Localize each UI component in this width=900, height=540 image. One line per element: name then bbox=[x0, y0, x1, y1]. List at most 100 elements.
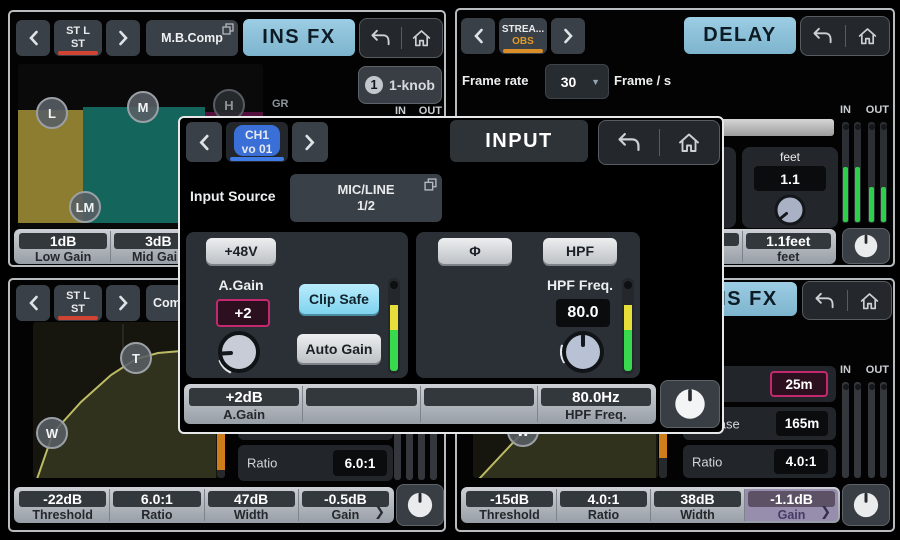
home-button[interactable] bbox=[402, 19, 443, 57]
width-handle[interactable]: W bbox=[36, 417, 68, 449]
param-cell[interactable] bbox=[302, 386, 419, 422]
back-home-bar bbox=[802, 281, 892, 320]
param-cell-gain[interactable]: -0.5dBGain❯ bbox=[298, 489, 392, 521]
home-button[interactable] bbox=[660, 121, 720, 164]
frame-rate-value: 30 bbox=[546, 74, 591, 90]
meter-out-l bbox=[868, 382, 875, 478]
analog-gain-knob[interactable] bbox=[214, 328, 264, 378]
chevron-left-icon bbox=[28, 295, 39, 311]
knob-assign-button[interactable] bbox=[396, 484, 444, 526]
param-cell-gain-selected[interactable]: -1.1dBGain❯ bbox=[744, 489, 838, 521]
prev-channel-button[interactable] bbox=[16, 20, 50, 56]
channel-select-button[interactable]: ST L ST bbox=[54, 285, 102, 321]
low-mid-crossover-handle[interactable]: LM bbox=[69, 191, 101, 223]
copy-icon bbox=[424, 178, 437, 191]
more-params-chevron: ❯ bbox=[374, 504, 385, 520]
param-cell-width[interactable]: 38dBWidth bbox=[650, 489, 744, 521]
param-cell-low-gain[interactable]: 1dBLow Gain bbox=[16, 231, 110, 262]
auto-gain-button[interactable]: Auto Gain bbox=[297, 334, 381, 363]
chevron-right-icon bbox=[118, 30, 129, 46]
next-channel-button[interactable] bbox=[106, 20, 140, 56]
dialog-title: INPUT bbox=[450, 120, 588, 162]
input-source-button[interactable]: MIC/LINE 1/2 bbox=[290, 174, 442, 222]
hpf-freq-knob[interactable] bbox=[558, 328, 608, 378]
param-cell-hpf-freq[interactable]: 80.0HzHPF Freq. bbox=[537, 386, 654, 422]
ratio-row: Ratio 6.0:1 bbox=[238, 445, 393, 481]
channel-select-button[interactable]: CH1 vo 01 bbox=[226, 122, 288, 162]
back-button[interactable] bbox=[599, 121, 659, 164]
channel-name-line1: STREA... bbox=[502, 24, 544, 36]
hpf-button[interactable]: HPF bbox=[543, 238, 617, 264]
input-level-meter bbox=[388, 278, 400, 374]
ratio-value[interactable]: 6.0:1 bbox=[333, 450, 387, 476]
meter-out-l bbox=[868, 122, 875, 223]
prev-channel-button[interactable] bbox=[186, 122, 222, 162]
analog-gain-value[interactable]: +2 bbox=[216, 299, 270, 327]
low-gain-handle[interactable]: L bbox=[36, 97, 68, 129]
prev-channel-button[interactable] bbox=[461, 18, 495, 54]
back-home-bar bbox=[800, 16, 890, 56]
feet-value[interactable]: 1.1 bbox=[754, 166, 826, 191]
home-button[interactable] bbox=[846, 17, 890, 55]
feet-label: feet bbox=[742, 150, 838, 164]
knob-assign-button[interactable] bbox=[842, 228, 890, 264]
chevron-right-icon bbox=[118, 295, 129, 311]
frame-rate-dropdown[interactable]: 30 ▼ bbox=[545, 64, 609, 99]
screen-title: DELAY bbox=[684, 17, 796, 54]
ratio-value[interactable]: 4.0:1 bbox=[774, 449, 828, 474]
undo-arrow-icon bbox=[616, 132, 642, 153]
knob-icon bbox=[406, 491, 434, 519]
param-cell-width[interactable]: 47dBWidth bbox=[204, 489, 298, 521]
back-button[interactable] bbox=[801, 17, 845, 55]
param-cell-threshold[interactable]: -22dBThreshold bbox=[16, 489, 109, 521]
channel-name-line2: OBS bbox=[512, 36, 534, 48]
clip-safe-button[interactable]: Clip Safe bbox=[299, 284, 379, 314]
param-cell-delay-feet[interactable]: 1.1feetfeet bbox=[742, 231, 835, 262]
gr-label: GR bbox=[272, 98, 289, 110]
param-bar: +2dBA.Gain 80.0HzHPF Freq. bbox=[184, 384, 656, 424]
phase-button[interactable]: Φ bbox=[438, 238, 512, 264]
ratio-row: Ratio 4.0:1 bbox=[683, 445, 836, 478]
channel-select-button[interactable]: STREA... OBS bbox=[499, 18, 547, 54]
release-value[interactable]: 165m bbox=[776, 411, 828, 436]
knob-assign-button[interactable] bbox=[842, 484, 890, 526]
next-channel-button[interactable] bbox=[292, 122, 328, 162]
attack-value[interactable]: 25m bbox=[770, 371, 828, 397]
undo-arrow-icon bbox=[369, 29, 392, 47]
knob-assign-button[interactable] bbox=[660, 380, 720, 428]
delay-feet-box: feet 1.1 bbox=[742, 147, 838, 228]
hpf-freq-value[interactable]: 80.0 bbox=[556, 299, 610, 327]
param-cell[interactable] bbox=[420, 386, 537, 422]
back-button[interactable] bbox=[360, 19, 401, 57]
back-button[interactable] bbox=[803, 282, 847, 319]
input-source-label: Input Source bbox=[190, 188, 276, 204]
undo-arrow-icon bbox=[811, 27, 834, 45]
param-cell-ratio[interactable]: 4.0:1Ratio bbox=[556, 489, 650, 521]
chevron-left-icon bbox=[198, 134, 210, 151]
ratio-label: Ratio bbox=[247, 456, 277, 471]
mid-gain-handle[interactable]: M bbox=[127, 91, 159, 123]
home-icon bbox=[411, 28, 432, 48]
next-channel-button[interactable] bbox=[551, 18, 585, 54]
dropdown-arrow-icon: ▼ bbox=[591, 77, 600, 87]
home-button[interactable] bbox=[848, 282, 892, 319]
param-cell-ratio[interactable]: 6.0:1Ratio bbox=[109, 489, 203, 521]
meter-out-r bbox=[880, 382, 887, 478]
channel-select-underline bbox=[58, 51, 98, 55]
more-params-chevron: ❯ bbox=[820, 504, 831, 520]
delay-knob[interactable] bbox=[773, 193, 807, 227]
channel-select-underline bbox=[503, 49, 543, 53]
threshold-handle[interactable]: T bbox=[120, 342, 152, 374]
channel-select-button[interactable]: ST L ST bbox=[54, 20, 102, 56]
input-source-line2: 1/2 bbox=[357, 198, 375, 214]
param-cell-again[interactable]: +2dBA.Gain bbox=[186, 386, 302, 422]
prev-channel-button[interactable] bbox=[16, 285, 50, 321]
param-cell-threshold[interactable]: -15dBThreshold bbox=[463, 489, 556, 521]
input-source-line1: MIC/LINE bbox=[337, 182, 394, 198]
channel-name-line1: CH1 bbox=[245, 128, 269, 142]
one-knob-button[interactable]: 1 1-knob bbox=[358, 66, 442, 104]
phantom-power-button[interactable]: +48V bbox=[206, 238, 276, 264]
next-channel-button[interactable] bbox=[106, 285, 140, 321]
param-bar: -15dBThreshold 4.0:1Ratio 38dBWidth -1.1… bbox=[461, 487, 840, 523]
effect-type-button[interactable]: M.B.Comp bbox=[146, 20, 238, 56]
